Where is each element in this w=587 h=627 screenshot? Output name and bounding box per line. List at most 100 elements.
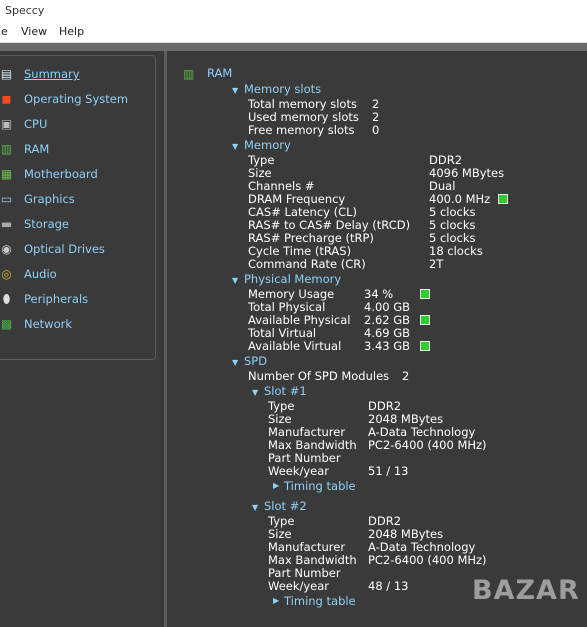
info-label: Memory Usage [248,287,335,301]
mouse-icon: ⬮ [2,292,11,306]
summary-icon: ▤ [0,67,13,81]
info-value: 2 [372,110,380,124]
svg-text:BAZAR: BAZAR [472,575,580,606]
sidebar-item-optical-drives[interactable]: ◉ Optical Drives [0,239,145,261]
info-value: 2048 MBytes [368,412,444,426]
sidebar-item-label: CPU [24,117,48,131]
speaker-icon: ◎ [1,267,12,281]
sidebar-item-audio[interactable]: ◎ Audio [0,264,145,286]
monitor-icon: ▭ [0,192,13,206]
section-memory-slots[interactable]: Memory slots [244,82,321,96]
ram-heading: RAM [207,66,233,80]
info-label: Size [268,412,292,426]
sidebar-item-graphics[interactable]: ▭ Graphics [0,189,145,211]
collapse-memory-slots-icon[interactable]: ▼ [232,86,238,95]
section-slot-1[interactable]: Slot #1 [264,384,307,398]
info-label: Week/year [268,464,330,478]
info-value: 4.00 GB [364,300,411,314]
sidebar-item-label: RAM [24,142,50,156]
sidebar-item-motherboard[interactable]: ▦ Motherboard [0,164,145,186]
sidebar-item-label: Graphics [24,192,75,206]
info-value: 5 clocks [429,218,476,232]
info-label: Total Physical [248,300,326,314]
toolbar-strip [0,43,587,51]
info-value: 4096 MBytes [429,166,505,180]
info-label: Number Of SPD Modules [248,369,390,383]
info-value: 4.69 GB [364,326,411,340]
info-value: DDR2 [368,399,402,413]
collapse-slot-icon[interactable]: ▼ [252,503,258,512]
sidebar-item-peripherals[interactable]: ⬮ Peripherals [0,289,145,311]
info-label: Manufacturer [268,540,346,554]
pane-splitter[interactable] [164,51,167,627]
sidebar-item-summary[interactable]: ▤ Summary [0,64,145,86]
ram-module-icon: ▥ [183,67,195,81]
status-indicator-icon [420,315,430,325]
expand-timing-table-icon[interactable]: ▶ [273,596,279,605]
info-value: 400.0 MHz [429,192,491,206]
info-label: Command Rate (CR) [248,257,366,271]
info-label: Available Physical [248,313,351,327]
status-indicator-icon [498,194,508,204]
bazar-logo-icon: BAZAR [472,575,580,606]
sidebar-item-label: Network [24,317,73,331]
section-memory[interactable]: Memory [244,138,291,152]
expand-timing-table-icon[interactable]: ▶ [273,481,279,490]
ram-details-panel: ▥ RAM ▼ Memory slots Total memory slots 2 Used… [168,51,587,627]
info-value: PC2-6400 (400 MHz) [368,438,487,452]
info-label: Cycle Time (tRAS) [248,244,352,258]
info-label: Part Number [268,566,341,580]
info-label: DRAM Frequency [248,192,346,206]
info-value: A-Data Technology [368,425,476,439]
sidebar-item-label: Motherboard [24,167,98,181]
sidebar: ▤ Summary ◼ Operating System ▣ CPU ▥ RAM ▦ Mother… [0,55,156,360]
info-label: RAS# Precharge (tRP) [248,231,374,245]
info-label: CAS# Latency (CL) [248,205,358,219]
info-label: Size [248,166,272,180]
sidebar-item-label: Audio [24,267,57,281]
info-value: 2048 MBytes [368,527,444,541]
info-label: Type [248,153,275,167]
sidebar-item-cpu[interactable]: ▣ CPU [0,114,145,136]
sidebar-item-label: Optical Drives [24,242,105,256]
info-value: DDR2 [429,153,463,167]
menu-file[interactable]: le [0,25,8,38]
cpu-chip-icon: ▣ [0,117,13,131]
section-physical-memory[interactable]: Physical Memory [244,272,341,286]
menu-view[interactable]: View [21,25,47,38]
window-title: Speccy [5,4,45,17]
sidebar-item-ram[interactable]: ▥ RAM [0,139,145,161]
info-value: 5 clocks [429,231,476,245]
sidebar-item-operating-system[interactable]: ◼ Operating System [0,89,145,111]
info-value: 51 / 13 [368,464,409,478]
info-label: Max Bandwidth [268,553,357,567]
menu-help[interactable]: Help [59,25,84,38]
section-slot-2[interactable]: Slot #2 [264,499,307,513]
sidebar-item-label: Summary [24,67,80,81]
timing-table-link[interactable]: Timing table [284,594,356,608]
ram-module-icon: ▥ [0,142,13,156]
motherboard-icon: ▦ [0,167,13,181]
sidebar-item-storage[interactable]: ▬ Storage [0,214,145,236]
timing-table-link[interactable]: Timing table [284,479,356,493]
sidebar-item-network[interactable]: ▩ Network [0,314,145,336]
info-value: 2 [402,369,410,383]
collapse-physical-memory-icon[interactable]: ▼ [232,276,238,285]
sidebar-item-label: Operating System [24,92,129,106]
collapse-memory-icon[interactable]: ▼ [232,142,238,151]
network-icon: ▩ [0,317,13,331]
info-value: PC2-6400 (400 MHz) [368,553,487,567]
info-label: Type [268,399,295,413]
optical-disc-icon: ◉ [1,242,12,256]
section-spd[interactable]: SPD [244,354,267,368]
info-value: A-Data Technology [368,540,476,554]
info-value: DDR2 [368,514,402,528]
info-label: Used memory slots [248,110,359,124]
status-indicator-icon [420,341,430,351]
collapse-spd-icon[interactable]: ▼ [232,358,238,367]
info-value: 5 clocks [429,205,476,219]
status-indicator-icon [420,289,430,299]
info-label: Week/year [268,579,330,593]
sidebar-item-label: Peripherals [24,292,89,306]
collapse-slot-icon[interactable]: ▼ [252,388,258,397]
